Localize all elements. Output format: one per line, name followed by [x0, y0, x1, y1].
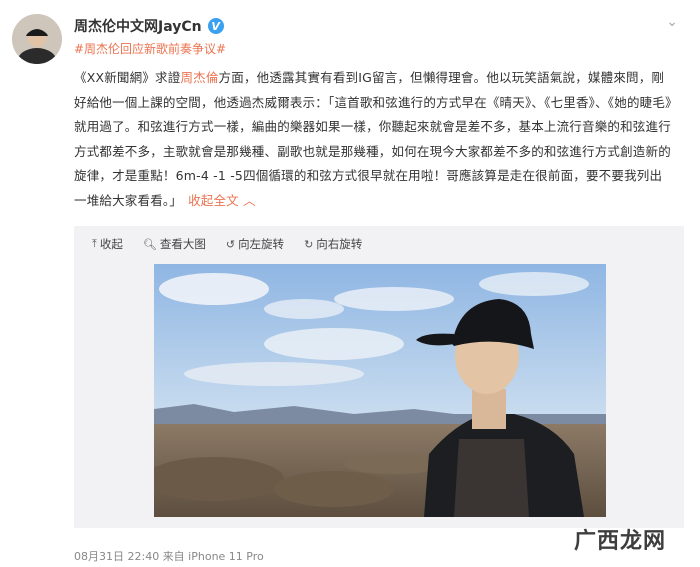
avatar[interactable] — [12, 14, 62, 64]
collapse-full-text-link[interactable]: 收起全文 ︿ — [188, 193, 256, 208]
rotate-left-button[interactable]: ↺ 向左旋转 — [226, 236, 284, 252]
collapse-image-button[interactable]: ⤒ 收起 — [92, 236, 123, 252]
chevron-down-icon[interactable]: ⌄ — [666, 14, 678, 30]
rotate-right-button[interactable]: ↻ 向右旋转 — [304, 236, 362, 252]
post-text-part1: 《XX新聞網》求證 — [74, 70, 181, 85]
collapse-icon: ⤒ — [92, 237, 97, 250]
photo-image — [154, 264, 606, 517]
verified-badge-icon: V — [207, 18, 224, 34]
avatar-image — [12, 14, 62, 64]
toolbar-label: 向左旋转 — [238, 237, 285, 251]
topic-hashtag[interactable]: #周杰伦回应新歌前奏争议# — [74, 40, 226, 57]
post-text: 《XX新聞網》求證周杰倫方面，他透露其實有看到IG留言，但懶得理會。他以玩笑語氣… — [74, 66, 674, 213]
collapse-label: 收起全文 — [188, 192, 239, 208]
toolbar-label: 收起 — [99, 237, 123, 251]
post-photo[interactable] — [154, 264, 606, 517]
post-text-part2: 方面，他透露其實有看到IG留言，但懶得理會。他以玩笑語氣說，媒體來問，剛好給他一… — [74, 70, 672, 208]
media-box: ⤒ 收起 🔍︎ 查看大图 ↺ 向左旋转 ↻ 向右旋转 — [74, 226, 684, 528]
mention-link[interactable]: 周杰倫 — [180, 70, 218, 85]
media-toolbar: ⤒ 收起 🔍︎ 查看大图 ↺ 向左旋转 ↻ 向右旋转 — [92, 236, 362, 252]
view-large-image-button[interactable]: 🔍︎ 查看大图 — [143, 236, 206, 252]
author-row: 周杰伦中文网JayCn V — [74, 16, 224, 36]
toolbar-label: 查看大图 — [159, 237, 206, 251]
search-icon: 🔍︎ — [142, 237, 157, 251]
chevron-up-icon: ︿ — [243, 192, 256, 208]
toolbar-label: 向右旋转 — [316, 237, 363, 251]
rotate-left-icon: ↺ — [225, 237, 236, 251]
author-name[interactable]: 周杰伦中文网JayCn — [74, 16, 202, 36]
rotate-right-icon: ↻ — [304, 237, 314, 251]
watermark-logo: 广西龙网 — [573, 528, 666, 554]
post-meta: 08月31日 22:40 来自 iPhone 11 Pro — [74, 550, 264, 563]
